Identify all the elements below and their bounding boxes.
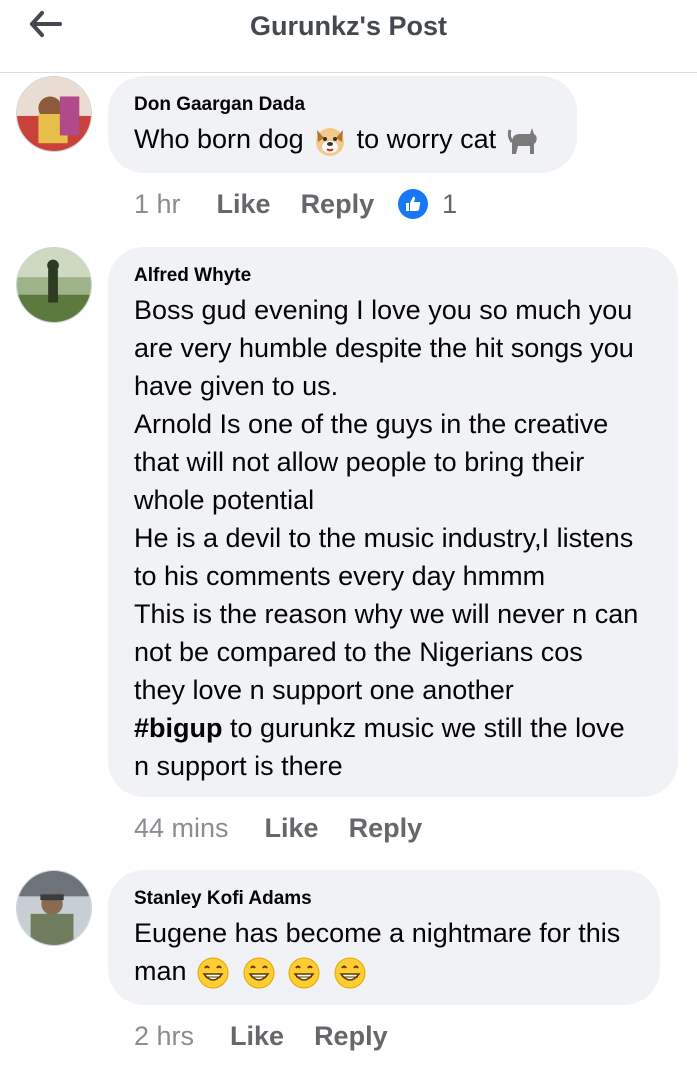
comment-line: that will not allow people to bring thei…: [134, 447, 585, 477]
comment-line: He is a devil to the music industry,I li…: [134, 523, 634, 553]
like-button[interactable]: Like: [230, 1021, 284, 1052]
comment-line: to his comments every day hmmm: [134, 561, 546, 591]
comment-line: whole potential: [134, 485, 315, 515]
comment-text-part: man: [134, 956, 187, 986]
comment-text: Boss gud evening I love you so much you …: [134, 291, 652, 785]
reply-button[interactable]: Reply: [301, 189, 375, 220]
hashtag-link[interactable]: #bigup: [134, 713, 223, 743]
comment-timestamp: 1 hr: [134, 188, 181, 219]
comment-text-part: to worry cat: [356, 124, 497, 154]
avatar[interactable]: [16, 247, 92, 323]
comment-line: man: [134, 952, 634, 990]
comment-line: This is the reason why we will never n c…: [134, 599, 639, 629]
comment-bubble: Don Gaargan Dada Who born dog to worry c…: [108, 76, 577, 173]
comment-actions: 2 hrs Like Reply: [134, 1018, 418, 1054]
comment-line: have given to us.: [134, 371, 339, 401]
reaction-count[interactable]: 1: [442, 189, 457, 220]
grinning-face-emoji: [242, 956, 276, 990]
comment-line: n support is there: [134, 751, 343, 781]
post-header: Gurunkz's Post: [0, 0, 697, 73]
comment-timestamp: 44 mins: [134, 812, 229, 843]
page-title: Gurunkz's Post: [250, 11, 447, 41]
comment-line: #bigup to gurunkz music we still the lov…: [134, 709, 652, 747]
comment-text: Who born dog to worry cat: [134, 120, 551, 158]
comment-text-part: to gurunkz music we still the love: [222, 713, 625, 743]
reply-button[interactable]: Reply: [349, 813, 423, 844]
dog-face-emoji: [313, 124, 347, 158]
grinning-face-emoji: [196, 956, 230, 990]
comment-author[interactable]: Don Gaargan Dada: [134, 94, 551, 116]
thumbs-up-icon[interactable]: [398, 189, 429, 219]
like-button[interactable]: Like: [265, 813, 319, 844]
comment-line: Eugene has become a nightmare for this: [134, 918, 621, 948]
grinning-face-emoji: [287, 956, 321, 990]
comment-timestamp: 2 hrs: [134, 1020, 195, 1051]
comment-text: Eugene has become a nightmare for this m…: [134, 914, 634, 990]
comment-author[interactable]: Stanley Kofi Adams: [134, 888, 634, 910]
comment-line: Boss gud evening I love you so much you: [134, 295, 633, 325]
like-button[interactable]: Like: [217, 189, 271, 220]
comment-line: Arnold Is one of the guys in the creativ…: [134, 409, 609, 439]
comment-actions: 1 hr Like Reply 1: [134, 186, 457, 222]
grinning-face-emoji: [333, 956, 367, 990]
comment-actions: 44 mins Like Reply: [134, 810, 452, 846]
comment-line: not be compared to the Nigerians cos: [134, 637, 583, 667]
comment-author[interactable]: Alfred Whyte: [134, 265, 652, 287]
reply-button[interactable]: Reply: [314, 1021, 388, 1052]
comment-bubble: Alfred Whyte Boss gud evening I love you…: [108, 247, 678, 797]
cat-emoji: [506, 124, 540, 158]
avatar[interactable]: [16, 870, 92, 946]
comment-bubble: Stanley Kofi Adams Eugene has become a n…: [108, 870, 660, 1005]
comment-line: they love n support one another: [134, 675, 514, 705]
avatar[interactable]: [16, 76, 92, 152]
comment-line: are very humble despite the hit songs yo…: [134, 333, 634, 363]
comment-text-part: Who born dog: [134, 124, 304, 154]
